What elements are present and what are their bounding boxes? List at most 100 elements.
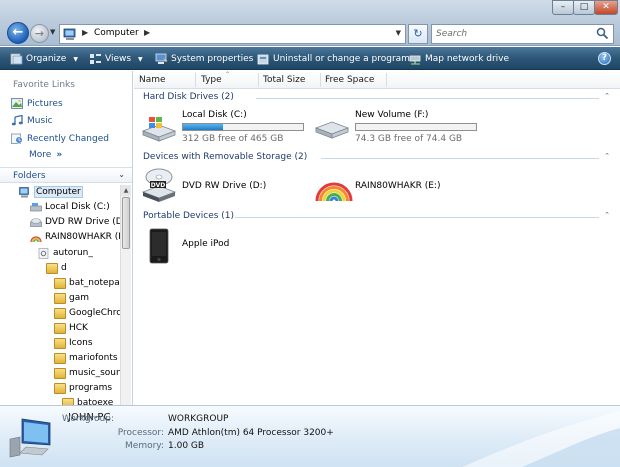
favorite-link-label: Recently Changed <box>27 133 109 144</box>
search-icon[interactable] <box>596 27 609 40</box>
favorite-link-pictures[interactable]: Pictures <box>11 97 63 110</box>
workgroup-value: WORKGROUP <box>168 414 229 424</box>
folder-icon <box>46 262 58 274</box>
decorative-swoosh <box>462 411 620 467</box>
more-links-button[interactable]: More » <box>29 150 62 160</box>
favorite-link-music[interactable]: Music <box>11 114 53 127</box>
group-header-hard-disks[interactable]: Hard Disk Drives (2) ⌃ <box>143 92 613 104</box>
dropdown-arrow-icon: ▼ <box>73 55 78 63</box>
map-network-drive-button[interactable]: Map network drive <box>409 52 509 66</box>
scroll-thumb[interactable] <box>122 197 130 249</box>
tree-item-music-sounds[interactable]: music_soun <box>54 366 120 380</box>
organize-button[interactable]: Organize ▼ <box>10 52 78 66</box>
chevron-down-icon[interactable]: ⌄ <box>118 170 125 179</box>
folders-label: Folders <box>13 171 46 181</box>
hard-drive-windows-icon <box>141 117 177 142</box>
ipod-icon <box>149 228 169 264</box>
group-header-removable[interactable]: Devices with Removable Storage (2) ⌃ <box>143 152 613 164</box>
group-divider <box>321 158 599 159</box>
drive-label: RAIN80WHAKR (E:) <box>355 181 441 191</box>
drive-label: DVD RW Drive (D:) <box>182 181 267 191</box>
back-button[interactable]: ← <box>7 22 29 44</box>
tree-item-gam[interactable]: gam <box>54 291 89 305</box>
refresh-button[interactable]: ↻ <box>408 24 428 44</box>
tree-item-rainbow-drive[interactable]: RAIN80WHAKR (E <box>30 230 120 244</box>
folder-icon <box>62 397 74 405</box>
column-divider[interactable] <box>386 73 387 87</box>
folder-tree: Computer Local Disk (C:) DVD RW Drive (D… <box>0 185 120 405</box>
tree-scrollbar[interactable]: ▲ <box>120 185 131 405</box>
dvd-drive-icon: DVD <box>141 168 177 202</box>
column-headers: Name Type ⌃ Total Size Free Space <box>134 71 620 89</box>
column-divider[interactable] <box>258 73 259 87</box>
group-header-portable[interactable]: Portable Devices (1) ⌃ <box>143 211 613 223</box>
favorite-link-recently-changed[interactable]: Recently Changed <box>11 132 109 145</box>
tree-item-bat-notepad[interactable]: bat_notepac <box>54 276 120 290</box>
tree-item-local-disk[interactable]: Local Disk (C:) <box>30 200 110 214</box>
organize-label: Organize <box>26 54 67 64</box>
tree-item-label: bat_notepac <box>69 278 120 288</box>
chevron-right-icon[interactable]: ▶ <box>82 28 88 37</box>
forward-button[interactable]: → <box>30 24 49 43</box>
tree-item-mariofonts[interactable]: mariofonts <box>54 351 118 365</box>
device-label: Apple iPod <box>182 239 230 249</box>
tree-item-label: mariofonts <box>69 353 118 363</box>
processor-value: AMD Athlon(tm) 64 Processor 3200+ <box>168 428 334 438</box>
tree-item-label: batoexe <box>77 398 114 405</box>
uninstall-program-button[interactable]: Uninstall or change a program <box>257 52 410 66</box>
tree-item-dvd-drive[interactable]: DVD RW Drive (D: <box>30 215 120 229</box>
tree-item-programs[interactable]: programs <box>54 381 112 395</box>
recent-pages-dropdown-icon[interactable]: ▼ <box>50 28 55 36</box>
computer-icon <box>19 186 29 197</box>
column-header-total-size[interactable]: Total Size <box>263 75 305 85</box>
memory-value: 1.00 GB <box>168 441 205 451</box>
address-bar[interactable]: ▶ Computer ▶ ▼ <box>59 24 406 44</box>
drive-free-space: 74.3 GB free of 74.4 GB <box>355 134 463 144</box>
address-path[interactable]: Computer <box>94 28 139 38</box>
collapse-icon[interactable]: ⌃ <box>604 152 610 160</box>
tree-item-googlechrome[interactable]: GoogleChrc <box>54 306 120 320</box>
column-header-name[interactable]: Name <box>139 75 166 85</box>
scroll-up-arrow-icon[interactable]: ▲ <box>121 185 131 196</box>
system-properties-button[interactable]: System properties <box>155 52 253 66</box>
tree-item-icons[interactable]: Icons <box>54 336 93 350</box>
help-icon[interactable]: ? <box>598 52 611 65</box>
tree-item-computer[interactable]: Computer <box>19 185 83 199</box>
search-box[interactable]: Search <box>431 24 614 44</box>
drive-free-space: 312 GB free of 465 GB <box>182 134 284 144</box>
maximize-button[interactable]: □ <box>573 0 595 15</box>
column-header-free-space[interactable]: Free Space <box>325 75 374 85</box>
tree-item-label: HCK <box>69 323 88 333</box>
workgroup-key: Workgroup: <box>62 414 114 424</box>
collapse-icon[interactable]: ⌃ <box>604 92 610 100</box>
group-label: Hard Disk Drives (2) <box>143 92 234 102</box>
tree-item-autorun[interactable]: autorun_ <box>38 246 93 260</box>
group-label: Devices with Removable Storage (2) <box>143 152 308 162</box>
tree-item-label: programs <box>69 383 113 393</box>
processor-key: Processor: <box>117 428 164 438</box>
rainbow-icon <box>30 235 42 242</box>
path-separator-icon[interactable]: ▶ <box>144 28 150 37</box>
drive-label: New Volume (F:) <box>355 110 429 120</box>
address-dropdown-icon[interactable]: ▼ <box>396 29 401 37</box>
column-header-type[interactable]: Type <box>201 75 222 85</box>
column-divider[interactable] <box>320 73 321 87</box>
close-button[interactable]: ✕ <box>594 0 618 15</box>
tree-item-d[interactable]: d <box>46 261 67 275</box>
minimize-button[interactable]: – <box>552 0 574 15</box>
folders-header[interactable]: Folders ⌄ <box>0 167 132 183</box>
folder-icon <box>54 352 66 364</box>
tree-item-hck[interactable]: HCK <box>54 321 88 335</box>
system-properties-label: System properties <box>171 54 254 64</box>
computer-icon <box>63 28 76 40</box>
column-divider[interactable] <box>195 73 196 87</box>
tree-item-label: gam <box>69 293 89 303</box>
views-button[interactable]: Views ▼ <box>89 52 143 66</box>
collapse-icon[interactable]: ⌃ <box>604 211 610 219</box>
double-chevron-icon: » <box>56 150 63 160</box>
title-bar: – □ ✕ ← → ▼ ▶ Computer ▶ ▼ ↻ Search <box>0 0 620 46</box>
tree-item-batoexe[interactable]: batoexe <box>62 396 113 405</box>
search-input[interactable]: Search <box>436 29 467 39</box>
organize-icon <box>10 53 23 65</box>
drive-usage-fill <box>183 124 223 130</box>
